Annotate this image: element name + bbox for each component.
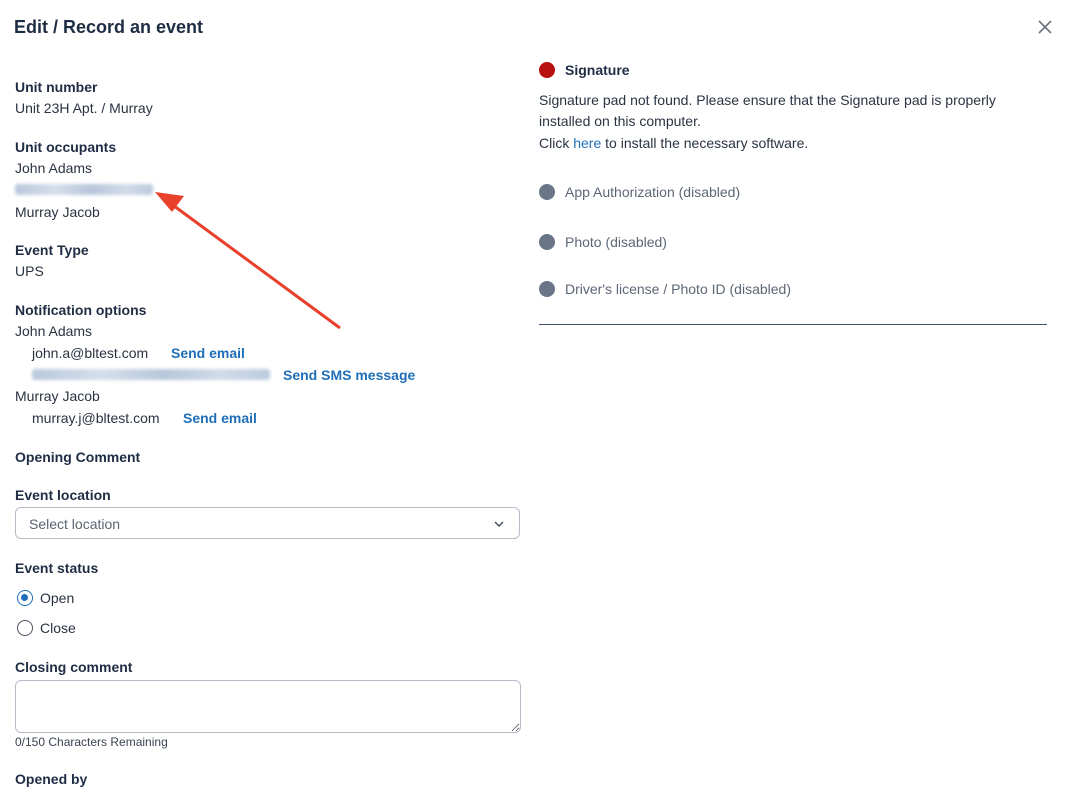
license-status-dot [539, 281, 555, 297]
notify-email: murray.j@bltest.com [32, 410, 160, 426]
signature-message: installed on this computer. [539, 113, 701, 129]
radio-open[interactable] [17, 590, 33, 606]
event-type-value: UPS [15, 263, 44, 279]
notify-person-name: Murray Jacob [15, 388, 100, 404]
install-suffix: to install the necessary software. [605, 135, 809, 151]
section-divider [539, 324, 1047, 325]
send-email-button[interactable]: Send email [183, 410, 257, 426]
radio-open-label: Open [40, 590, 75, 606]
app-authorization-label: App Authorization (disabled) [565, 184, 741, 200]
app-auth-status-dot [539, 184, 555, 200]
drivers-license-label: Driver's license / Photo ID (disabled) [565, 281, 791, 297]
event-location-select[interactable]: Select location [15, 507, 520, 539]
closing-comment-label: Closing comment [15, 659, 133, 675]
redacted-phone [32, 369, 270, 380]
character-counter: 0/150 Characters Remaining [15, 735, 168, 749]
radio-close-label: Close [40, 620, 76, 636]
photo-status-dot [539, 234, 555, 250]
install-prefix: Click [539, 135, 570, 151]
annotation-arrow-icon [155, 192, 341, 330]
photo-label: Photo (disabled) [565, 234, 667, 250]
event-type-label: Event Type [15, 242, 89, 258]
event-status-label: Event status [15, 560, 99, 576]
dialog-title: Edit / Record an event [14, 17, 204, 37]
send-email-button[interactable]: Send email [171, 345, 245, 361]
event-location-label: Event location [15, 487, 111, 503]
notification-options-label: Notification options [15, 302, 147, 318]
radio-close[interactable] [17, 620, 33, 636]
unit-number-label: Unit number [15, 79, 98, 95]
redacted-phone [15, 184, 153, 195]
select-placeholder: Select location [29, 516, 121, 532]
unit-number-value: Unit 23H Apt. / Murray [15, 100, 153, 116]
opened-by-label: Opened by [15, 771, 88, 787]
closing-comment-input[interactable] [15, 680, 521, 733]
signature-label: Signature [565, 62, 630, 78]
chevron-down-icon [494, 521, 504, 528]
notify-person-name: John Adams [15, 323, 93, 339]
signature-message: Signature pad not found. Please ensure t… [539, 92, 996, 108]
opening-comment-label: Opening Comment [15, 449, 141, 465]
close-icon[interactable] [1034, 16, 1056, 38]
send-sms-button[interactable]: Send SMS message [283, 367, 415, 383]
occupant-name: John Adams [15, 160, 93, 176]
notify-email: john.a@bltest.com [32, 345, 149, 361]
occupant-name: Murray Jacob [15, 204, 100, 220]
install-here-link[interactable]: here [573, 135, 601, 151]
install-instructions: Click here to install the necessary soft… [539, 135, 808, 151]
signature-status-dot [539, 62, 555, 78]
unit-occupants-label: Unit occupants [15, 139, 117, 155]
